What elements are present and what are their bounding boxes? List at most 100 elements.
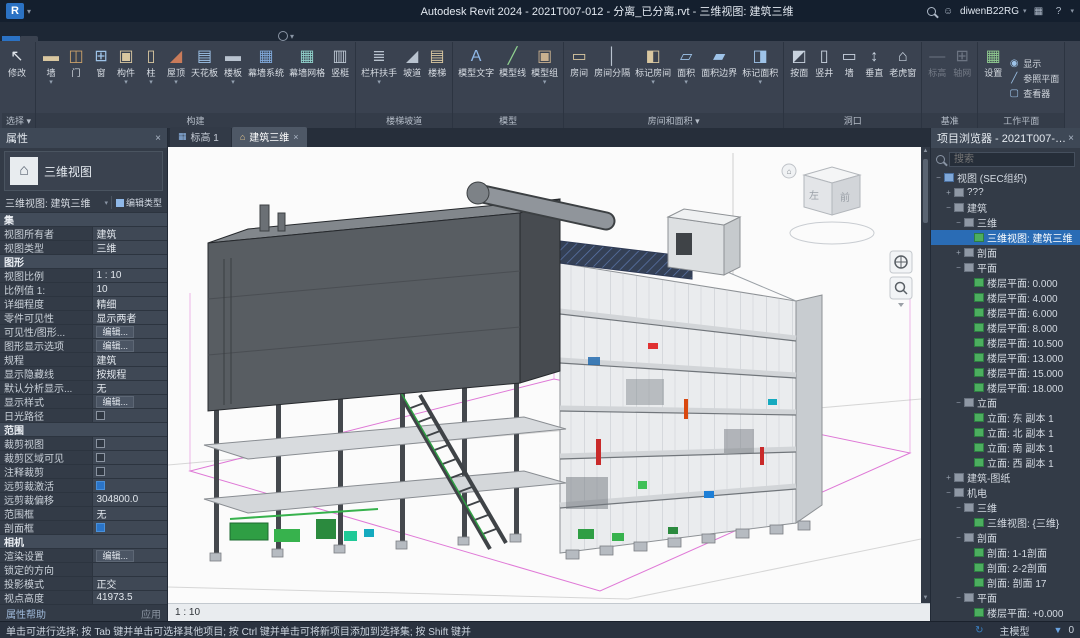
property-row[interactable]: 比例值 1: 10 xyxy=(0,283,167,297)
ribbon-button[interactable]: ◫门 xyxy=(64,44,88,112)
type-selector[interactable]: ⌂ 三维视图 xyxy=(4,151,163,191)
browser-tree-item[interactable]: 楼层平面: 13.000 xyxy=(931,350,1080,365)
property-row[interactable]: 图形显示选项 编辑... xyxy=(0,339,167,353)
property-row[interactable]: 显示样式 编辑... xyxy=(0,395,167,409)
ribbon-small-button[interactable]: ◉显示 xyxy=(1008,57,1059,70)
apps-store-icon[interactable]: ▦ xyxy=(1030,3,1046,19)
ribbon-button[interactable]: ▭墙 xyxy=(837,44,861,112)
property-row[interactable]: 远剪裁偏移 304800.0 xyxy=(0,493,167,507)
ribbon-button[interactable]: ▣模型组 xyxy=(529,44,560,112)
browser-tree-item[interactable]: 立面: 南 副本 1 xyxy=(931,440,1080,455)
ribbon-small-button[interactable]: ▢查看器 xyxy=(1008,87,1059,100)
property-row[interactable]: 投影模式 正交 xyxy=(0,577,167,591)
qat-icon[interactable] xyxy=(217,3,233,19)
property-row[interactable]: 远剪裁激活 xyxy=(0,479,167,493)
property-value[interactable] xyxy=(92,437,167,450)
property-row[interactable]: 显示隐藏线 按规程 xyxy=(0,367,167,381)
qat-icon[interactable] xyxy=(163,3,179,19)
project-browser-header[interactable]: 项目浏览器 - 2021T007-012 ... × xyxy=(931,128,1080,148)
browser-tree-item[interactable]: 剖面: 剖面 17 xyxy=(931,575,1080,590)
search-input[interactable] xyxy=(949,152,1075,167)
browser-tree-item[interactable]: 楼层平面: 0.000 xyxy=(931,275,1080,290)
browser-tree-item[interactable]: + 建筑-图纸 xyxy=(931,470,1080,485)
ribbon-button[interactable]: ▯竖井 xyxy=(812,44,836,112)
browser-tree-item[interactable]: − 平面 xyxy=(931,260,1080,275)
expand-icon[interactable]: + xyxy=(944,188,953,197)
property-row[interactable]: 规程 建筑 xyxy=(0,353,167,367)
property-value[interactable] xyxy=(92,451,167,464)
checkbox[interactable] xyxy=(96,453,105,462)
property-value[interactable]: 按规程 xyxy=(92,367,167,380)
active-design-option[interactable]: 主模型 xyxy=(1000,623,1030,638)
property-row[interactable]: 范围 xyxy=(0,423,167,437)
browser-tree-item[interactable]: + ??? xyxy=(931,185,1080,200)
viewport-scrollbar[interactable]: ▲ ▼ xyxy=(921,147,930,603)
property-value[interactable]: 304800.0 xyxy=(92,493,167,506)
checkbox[interactable] xyxy=(96,481,105,490)
ribbon-button[interactable]: ▱面积 xyxy=(674,44,698,112)
expand-icon[interactable]: − xyxy=(934,173,943,182)
panel-label-select[interactable]: 选择 ▾ xyxy=(2,113,35,128)
property-row[interactable]: 范围框 无 xyxy=(0,507,167,521)
property-row[interactable]: 视图所有者 建筑 xyxy=(0,227,167,241)
help-icon[interactable]: ? xyxy=(1050,3,1066,19)
ribbon-button[interactable]: ⊞窗 xyxy=(89,44,113,112)
property-value[interactable] xyxy=(92,563,167,576)
property-row[interactable]: 默认分析显示... 无 xyxy=(0,381,167,395)
ribbon-button[interactable]: ◢屋顶 xyxy=(164,44,188,112)
browser-tree-item[interactable]: − 三维 xyxy=(931,500,1080,515)
browser-tree-item[interactable]: 剖面: 2-2剖面 xyxy=(931,560,1080,575)
browser-tree-item[interactable]: − 机电 xyxy=(931,485,1080,500)
ribbon-button[interactable]: ▭房间 xyxy=(567,44,591,112)
ribbon-button[interactable]: A模型文字 xyxy=(456,44,496,112)
ribbon-button[interactable]: ▤楼梯 xyxy=(425,44,449,112)
help-caret-icon[interactable]: ▾ xyxy=(1070,7,1074,15)
expand-icon[interactable]: − xyxy=(944,488,953,497)
property-row[interactable]: 日光路径 xyxy=(0,409,167,423)
expand-icon[interactable]: − xyxy=(954,503,963,512)
ribbon-button[interactable]: │房间分隔 xyxy=(592,44,632,112)
qat-icon[interactable] xyxy=(73,3,89,19)
ribbon-button[interactable]: ▯柱 xyxy=(139,44,163,112)
ribbon-button[interactable]: ▬墙 xyxy=(39,44,63,112)
expand-icon[interactable]: − xyxy=(954,263,963,272)
property-value[interactable]: 编辑... xyxy=(92,549,167,562)
ribbon-button[interactable]: ◨标记面积 xyxy=(740,44,780,112)
viewport-canvas[interactable]: ⌂ 左 前 xyxy=(168,147,921,603)
view-tab[interactable]: ▦ 标高 1 xyxy=(170,127,231,147)
ribbon-button[interactable]: ⌂老虎窗 xyxy=(887,44,918,112)
qat-icon[interactable] xyxy=(145,3,161,19)
property-value[interactable]: 建筑 xyxy=(92,353,167,366)
app-menu-caret-icon[interactable]: ▾ xyxy=(27,7,31,16)
modify-button[interactable]: ↖修改 xyxy=(5,44,29,112)
browser-tree-item[interactable]: 立面: 北 副本 1 xyxy=(931,425,1080,440)
revit-logo-icon[interactable]: R xyxy=(6,3,24,19)
ribbon-button[interactable]: ―标高 xyxy=(925,44,949,112)
ribbon-button[interactable]: ≣栏杆扶手 xyxy=(359,44,399,112)
browser-tree-item[interactable]: 楼层平面: 18.000 xyxy=(931,380,1080,395)
ribbon-small-button[interactable]: ╱参照平面 xyxy=(1008,72,1059,85)
apply-button[interactable]: 应用 xyxy=(141,606,161,621)
property-value[interactable]: 编辑... xyxy=(92,395,167,408)
ribbon-button[interactable]: ╱模型线 xyxy=(497,44,528,112)
view-tab[interactable]: ⌂ 建筑三维 × xyxy=(232,127,307,147)
browser-tree-item[interactable]: 楼层平面: 4.000 xyxy=(931,290,1080,305)
property-row[interactable]: 锁定的方向 xyxy=(0,563,167,577)
zoom-button[interactable] xyxy=(890,277,912,299)
browser-tree-item[interactable]: + 剖面 xyxy=(931,245,1080,260)
ribbon-button[interactable]: ▰面积边界 xyxy=(699,44,739,112)
user-icon[interactable]: ☺ xyxy=(940,3,956,19)
property-row[interactable]: 可见性/图形... 编辑... xyxy=(0,325,167,339)
ribbon-button[interactable]: ▤天花板 xyxy=(189,44,220,112)
browser-tree-item[interactable]: − 平面 xyxy=(931,590,1080,605)
browser-tree-item[interactable]: − 建筑 xyxy=(931,200,1080,215)
property-value[interactable]: 无 xyxy=(92,381,167,394)
property-row[interactable]: 裁剪视图 xyxy=(0,437,167,451)
expand-icon[interactable]: + xyxy=(954,248,963,257)
property-value[interactable]: 三维 xyxy=(92,241,167,254)
checkbox[interactable] xyxy=(96,523,105,532)
property-row[interactable]: 视点高度 41973.5 xyxy=(0,591,167,604)
property-row[interactable]: 视图类型 三维 xyxy=(0,241,167,255)
property-value[interactable]: 无 xyxy=(92,507,167,520)
checkbox[interactable] xyxy=(96,411,105,420)
